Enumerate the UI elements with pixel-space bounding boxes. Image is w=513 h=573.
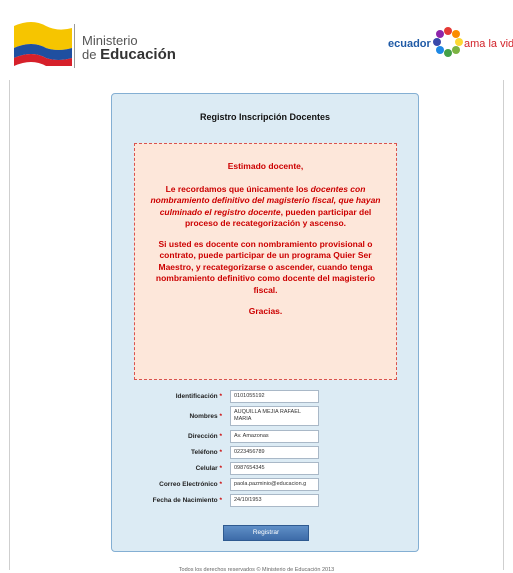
nombres-input[interactable]: AUQUILLA MEJIA RAFAEL MARIA	[230, 406, 319, 426]
page-footer: Todos los derechos reservados © Minister…	[178, 567, 335, 573]
brand-slogan-text: ama la vida	[464, 38, 513, 50]
nombres-label: Nombres *	[189, 413, 222, 420]
registrar-button[interactable]: Registrar	[223, 525, 309, 541]
page-header: Ministerio de Educación ecuador ama la v…	[0, 0, 513, 80]
registration-panel: Registro Inscripción Docentes Estimado d…	[111, 93, 419, 552]
telefono-input[interactable]: 0223456789	[230, 446, 319, 459]
page-left-border	[9, 80, 10, 570]
notice-greeting: Estimado docente,	[227, 161, 304, 171]
ministry-line2-prefix: de	[82, 47, 101, 62]
correo-label: Correo Electrónico *	[159, 481, 222, 488]
direccion-label: Dirección *	[188, 433, 222, 440]
ministry-flag-logo	[14, 18, 72, 71]
sun-flower-icon	[432, 26, 464, 63]
page-right-border	[503, 80, 504, 570]
header-divider	[74, 24, 75, 68]
notice-paragraph-provisional: Si usted es docente con nombramiento pro…	[155, 238, 376, 295]
ministry-line2: de Educación	[82, 46, 176, 63]
fecha-nacimiento-input[interactable]: 24/10/1953	[230, 494, 319, 507]
notice-paragraph-eligibility: Le recordamos que únicamente los docente…	[147, 184, 384, 230]
notice-p2-start: Le recordamos que únicamente los	[165, 183, 311, 194]
identificacion-input[interactable]: 0101055192	[230, 390, 319, 403]
celular-input[interactable]: 0987654345	[230, 462, 319, 475]
telefono-label: Teléfono *	[191, 449, 222, 456]
fecha-nacimiento-label: Fecha de Nacimiento *	[152, 497, 222, 504]
identificacion-label: Identificación *	[175, 393, 222, 400]
correo-input[interactable]: paola.pazminio@educacion.g	[230, 478, 319, 491]
ministry-name: Ministerio de Educación	[82, 34, 176, 63]
brand-ecuador-text: ecuador	[388, 38, 431, 50]
celular-label: Celular *	[195, 465, 222, 472]
notice-thanks: Gracias.	[248, 306, 283, 316]
notice-box: Estimado docente, Le recordamos que únic…	[134, 143, 397, 380]
panel-title: Registro Inscripción Docentes	[199, 112, 331, 122]
ministry-line2-bold: Educación	[100, 46, 176, 63]
direccion-input[interactable]: Av. Amazonas	[230, 430, 319, 443]
